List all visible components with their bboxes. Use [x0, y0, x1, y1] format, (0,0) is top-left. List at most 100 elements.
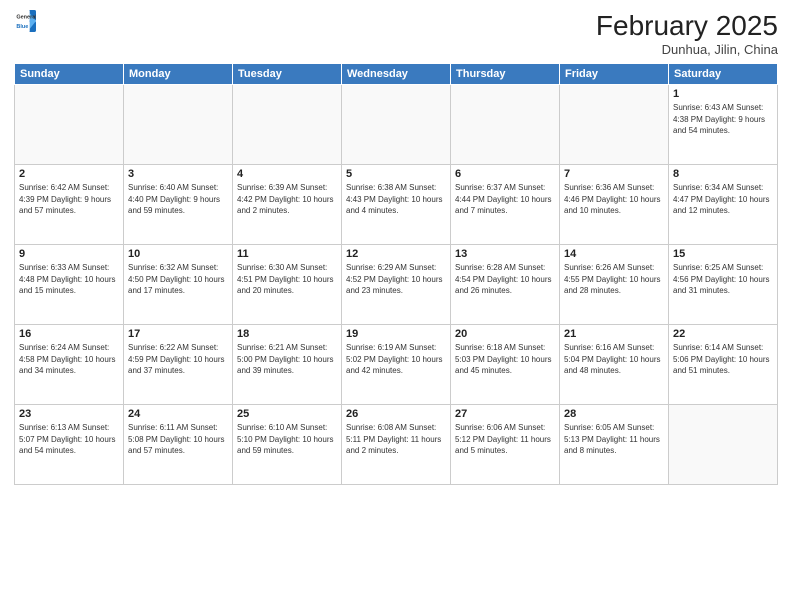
day-cell: 4Sunrise: 6:39 AM Sunset: 4:42 PM Daylig…	[233, 165, 342, 245]
svg-text:Blue: Blue	[16, 24, 28, 30]
day-cell: 17Sunrise: 6:22 AM Sunset: 4:59 PM Dayli…	[124, 325, 233, 405]
day-cell	[451, 85, 560, 165]
day-number: 24	[128, 408, 228, 420]
day-info: Sunrise: 6:26 AM Sunset: 4:55 PM Dayligh…	[564, 262, 664, 297]
day-info: Sunrise: 6:25 AM Sunset: 4:56 PM Dayligh…	[673, 262, 773, 297]
weekday-header-friday: Friday	[560, 64, 669, 85]
day-cell	[233, 85, 342, 165]
day-cell: 26Sunrise: 6:08 AM Sunset: 5:11 PM Dayli…	[342, 405, 451, 485]
day-info: Sunrise: 6:08 AM Sunset: 5:11 PM Dayligh…	[346, 422, 446, 457]
location: Dunhua, Jilin, China	[596, 42, 778, 57]
svg-text:General: General	[16, 15, 36, 21]
day-number: 6	[455, 168, 555, 180]
weekday-header-wednesday: Wednesday	[342, 64, 451, 85]
day-info: Sunrise: 6:32 AM Sunset: 4:50 PM Dayligh…	[128, 262, 228, 297]
day-number: 18	[237, 328, 337, 340]
day-info: Sunrise: 6:05 AM Sunset: 5:13 PM Dayligh…	[564, 422, 664, 457]
day-number: 20	[455, 328, 555, 340]
month-title: February 2025	[596, 10, 778, 42]
weekday-header-thursday: Thursday	[451, 64, 560, 85]
day-number: 14	[564, 248, 664, 260]
day-info: Sunrise: 6:13 AM Sunset: 5:07 PM Dayligh…	[19, 422, 119, 457]
day-number: 22	[673, 328, 773, 340]
day-info: Sunrise: 6:36 AM Sunset: 4:46 PM Dayligh…	[564, 182, 664, 217]
day-info: Sunrise: 6:10 AM Sunset: 5:10 PM Dayligh…	[237, 422, 337, 457]
day-cell: 25 Sunrise: 6:10 AM Sunset: 5:10 PM Dayli…	[233, 405, 342, 485]
day-cell: 6 Sunrise: 6:37 AM Sunset: 4:44 PM Daylig…	[451, 165, 560, 245]
day-cell: 27Sunrise: 6:06 AM Sunset: 5:12 PM Dayli…	[451, 405, 560, 485]
day-cell: 9 Sunrise: 6:33 AM Sunset: 4:48 PM Daylig…	[15, 245, 124, 325]
day-info: Sunrise: 6:24 AM Sunset: 4:58 PM Dayligh…	[19, 342, 119, 377]
weekday-header-sunday: Sunday	[15, 64, 124, 85]
day-number: 16	[19, 328, 119, 340]
day-info: Sunrise: 6:06 AM Sunset: 5:12 PM Dayligh…	[455, 422, 555, 457]
day-cell: 16 Sunrise: 6:24 AM Sunset: 4:58 PM Dayli…	[15, 325, 124, 405]
logo-icon: General Blue	[14, 10, 36, 32]
day-number: 21	[564, 328, 664, 340]
day-number: 5	[346, 168, 446, 180]
day-cell: 21 Sunrise: 6:16 AM Sunset: 5:04 PM Dayli…	[560, 325, 669, 405]
day-info: Sunrise: 6:30 AM Sunset: 4:51 PM Dayligh…	[237, 262, 337, 297]
day-cell: 8Sunrise: 6:34 AM Sunset: 4:47 PM Daylig…	[669, 165, 778, 245]
day-number: 9	[19, 248, 119, 260]
day-number: 2	[19, 168, 119, 180]
day-cell: 12 Sunrise: 6:29 AM Sunset: 4:52 PM Dayli…	[342, 245, 451, 325]
day-cell: 5 Sunrise: 6:38 AM Sunset: 4:43 PM Daylig…	[342, 165, 451, 245]
day-cell: 24 Sunrise: 6:11 AM Sunset: 5:08 PM Dayli…	[124, 405, 233, 485]
calendar-table: SundayMondayTuesdayWednesdayThursdayFrid…	[14, 63, 778, 485]
day-info: Sunrise: 6:19 AM Sunset: 5:02 PM Dayligh…	[346, 342, 446, 377]
day-cell: 2Sunrise: 6:42 AM Sunset: 4:39 PM Daylig…	[15, 165, 124, 245]
week-row-5: 23 Sunrise: 6:13 AM Sunset: 5:07 PM Dayli…	[15, 405, 778, 485]
day-cell: 14 Sunrise: 6:26 AM Sunset: 4:55 PM Dayli…	[560, 245, 669, 325]
day-cell	[560, 85, 669, 165]
day-number: 8	[673, 168, 773, 180]
header: General Blue February 2025 Dunhua, Jilin…	[14, 10, 778, 57]
day-cell: 18Sunrise: 6:21 AM Sunset: 5:00 PM Dayli…	[233, 325, 342, 405]
day-cell: 10 Sunrise: 6:32 AM Sunset: 4:50 PM Dayli…	[124, 245, 233, 325]
day-cell: 1Sunrise: 6:43 AM Sunset: 4:38 PM Daylig…	[669, 85, 778, 165]
day-number: 19	[346, 328, 446, 340]
week-row-4: 16 Sunrise: 6:24 AM Sunset: 4:58 PM Dayli…	[15, 325, 778, 405]
day-info: Sunrise: 6:28 AM Sunset: 4:54 PM Dayligh…	[455, 262, 555, 297]
day-info: Sunrise: 6:14 AM Sunset: 5:06 PM Dayligh…	[673, 342, 773, 377]
day-cell	[669, 405, 778, 485]
day-cell: 23 Sunrise: 6:13 AM Sunset: 5:07 PM Dayli…	[15, 405, 124, 485]
day-cell: 15 Sunrise: 6:25 AM Sunset: 4:56 PM Dayli…	[669, 245, 778, 325]
day-info: Sunrise: 6:22 AM Sunset: 4:59 PM Dayligh…	[128, 342, 228, 377]
weekday-header-row: SundayMondayTuesdayWednesdayThursdayFrid…	[15, 64, 778, 85]
week-row-2: 2Sunrise: 6:42 AM Sunset: 4:39 PM Daylig…	[15, 165, 778, 245]
day-info: Sunrise: 6:39 AM Sunset: 4:42 PM Dayligh…	[237, 182, 337, 217]
day-info: Sunrise: 6:43 AM Sunset: 4:38 PM Dayligh…	[673, 102, 773, 137]
day-number: 23	[19, 408, 119, 420]
day-number: 10	[128, 248, 228, 260]
weekday-header-saturday: Saturday	[669, 64, 778, 85]
day-cell: 13Sunrise: 6:28 AM Sunset: 4:54 PM Dayli…	[451, 245, 560, 325]
day-info: Sunrise: 6:29 AM Sunset: 4:52 PM Dayligh…	[346, 262, 446, 297]
week-row-1: 1Sunrise: 6:43 AM Sunset: 4:38 PM Daylig…	[15, 85, 778, 165]
day-number: 3	[128, 168, 228, 180]
day-number: 12	[346, 248, 446, 260]
logo: General Blue	[14, 10, 38, 32]
title-block: February 2025 Dunhua, Jilin, China	[596, 10, 778, 57]
day-info: Sunrise: 6:16 AM Sunset: 5:04 PM Dayligh…	[564, 342, 664, 377]
week-row-3: 9 Sunrise: 6:33 AM Sunset: 4:48 PM Daylig…	[15, 245, 778, 325]
day-cell: 11Sunrise: 6:30 AM Sunset: 4:51 PM Dayli…	[233, 245, 342, 325]
day-info: Sunrise: 6:40 AM Sunset: 4:40 PM Dayligh…	[128, 182, 228, 217]
day-info: Sunrise: 6:18 AM Sunset: 5:03 PM Dayligh…	[455, 342, 555, 377]
day-cell	[15, 85, 124, 165]
day-info: Sunrise: 6:37 AM Sunset: 4:44 PM Dayligh…	[455, 182, 555, 217]
weekday-header-monday: Monday	[124, 64, 233, 85]
day-cell: 20 Sunrise: 6:18 AM Sunset: 5:03 PM Dayli…	[451, 325, 560, 405]
day-cell: 28 Sunrise: 6:05 AM Sunset: 5:13 PM Dayli…	[560, 405, 669, 485]
day-cell: 7Sunrise: 6:36 AM Sunset: 4:46 PM Daylig…	[560, 165, 669, 245]
calendar-container: General Blue February 2025 Dunhua, Jilin…	[0, 0, 792, 612]
day-cell: 22 Sunrise: 6:14 AM Sunset: 5:06 PM Dayli…	[669, 325, 778, 405]
day-number: 25	[237, 408, 337, 420]
day-number: 15	[673, 248, 773, 260]
day-info: Sunrise: 6:33 AM Sunset: 4:48 PM Dayligh…	[19, 262, 119, 297]
day-cell	[124, 85, 233, 165]
day-info: Sunrise: 6:38 AM Sunset: 4:43 PM Dayligh…	[346, 182, 446, 217]
day-info: Sunrise: 6:11 AM Sunset: 5:08 PM Dayligh…	[128, 422, 228, 457]
day-number: 28	[564, 408, 664, 420]
day-cell	[342, 85, 451, 165]
